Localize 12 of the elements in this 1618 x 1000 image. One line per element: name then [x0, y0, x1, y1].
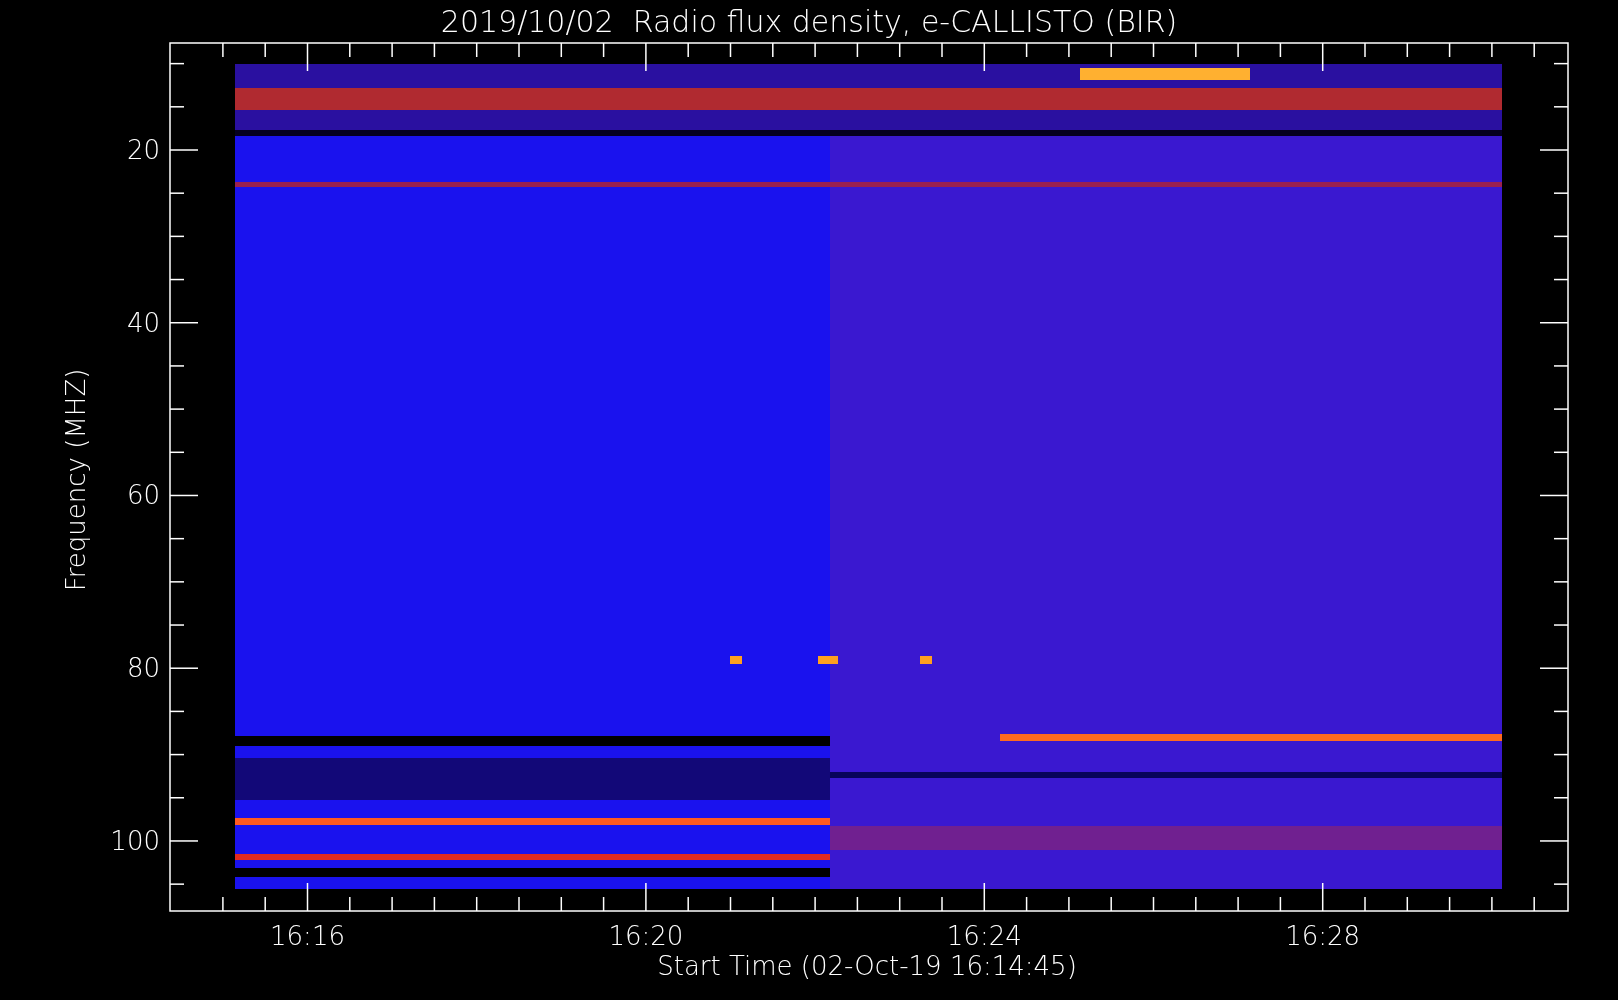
- x-tick-label: 16:24: [946, 921, 1022, 951]
- chart-title: 2019/10/02 Radio flux density, e-CALLISTO (BIR): [440, 4, 1178, 39]
- y-axis-label: Frequency (MHZ): [61, 368, 91, 592]
- y-tick-label: 100: [110, 825, 160, 856]
- y-tick-label: 20: [126, 135, 160, 165]
- y-tick-label: 40: [126, 307, 160, 338]
- x-axis-label: Start Time (02-Oct-19 16:14:45): [657, 951, 1077, 981]
- y-tick-label: 80: [126, 653, 160, 684]
- x-tick-label: 16:16: [270, 921, 345, 951]
- x-tick-label: 16:28: [1285, 921, 1361, 951]
- x-tick-label: 16:20: [608, 921, 684, 951]
- y-tick-label: 60: [126, 480, 160, 511]
